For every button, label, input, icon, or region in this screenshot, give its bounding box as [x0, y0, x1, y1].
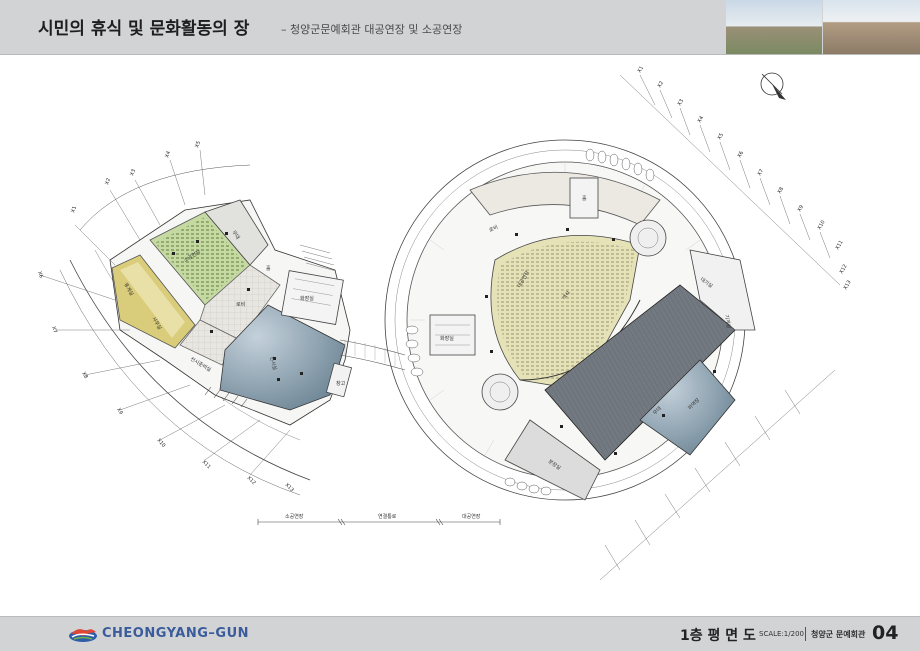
- plan-title: 1층 평 면 도: [680, 628, 756, 644]
- grid-label-left: X8: [80, 371, 89, 380]
- grid-label-left: X9: [115, 407, 124, 416]
- room-label-left-storage: 창고: [336, 380, 346, 387]
- room-label-main-toilet: 화장실: [440, 335, 454, 342]
- brand-name: CHEONGYANG–GUN: [102, 626, 250, 641]
- connector-dimension-line: 소공연장 연결통로 대공연장: [257, 513, 501, 526]
- grid-label-left: X1: [70, 205, 78, 213]
- building-photo-2: [823, 0, 920, 54]
- grid-label-right: X12: [839, 264, 849, 275]
- grid-label-left: X4: [164, 150, 172, 158]
- page-subtitle: – 청양군문예회관 대공연장 및 소공연장: [281, 23, 463, 36]
- grid-label-right: X11: [835, 240, 845, 251]
- building-photo-1: [726, 0, 822, 54]
- right-building: [384, 139, 756, 501]
- grid-label-right: X4: [697, 115, 706, 124]
- grid-label-right: X3: [677, 98, 686, 107]
- page-title: 시민의 휴식 및 문화활동의 장: [38, 19, 250, 39]
- cheongyang-logo-icon: [69, 629, 97, 642]
- room-label-left-hall: 홀: [266, 265, 271, 272]
- grid-label-left: X11: [201, 459, 212, 470]
- grid-label-right: X5: [717, 132, 726, 141]
- header-bar: 시민의 휴식 및 문화활동의 장 – 청양군문예회관 대공연장 및 소공연장: [0, 0, 920, 55]
- client-name: 청양군 문예회관: [811, 630, 866, 639]
- grid-label-left: X12: [246, 475, 257, 486]
- grid-label-right: X6: [737, 150, 746, 159]
- grid-label-left: X3: [129, 168, 137, 176]
- connector-label-large: 대공연장: [462, 513, 481, 520]
- footer-bar: CHEONGYANG–GUN 1층 평 면 도 SCALE:1/200 청양군 …: [0, 616, 920, 651]
- grid-label-right: X8: [777, 186, 786, 195]
- connector-bridge: [339, 339, 406, 371]
- grid-label-left: X7: [50, 326, 58, 334]
- connector-label-small: 소공연장: [285, 513, 304, 520]
- grid-label-right: X1: [637, 65, 646, 74]
- grid-label-right: X2: [657, 80, 666, 89]
- grid-label-right: X13: [843, 280, 853, 291]
- grid-label-left: X5: [194, 140, 202, 148]
- scale-label: SCALE:1/200: [759, 630, 804, 638]
- north-arrow-icon: [760, 72, 786, 100]
- grid-label-left: X6: [36, 271, 44, 279]
- room-label-left-lobby: 로비: [236, 301, 245, 308]
- room-label-left-toilet: 화장실: [300, 295, 314, 302]
- page-number: 04: [872, 622, 899, 644]
- grid-label-left: X13: [284, 482, 295, 493]
- connector-label-passage: 연결통로: [378, 513, 397, 520]
- grid-label-right: X10: [817, 220, 827, 231]
- grid-label-left: X2: [104, 177, 112, 185]
- grid-label-right: X7: [757, 168, 766, 177]
- footer-divider: [805, 627, 806, 641]
- room-label-main-hall-space: 홀: [582, 195, 587, 202]
- grid-label-left: X10: [155, 437, 166, 448]
- floor-plan-drawing: 소공연장 무대 휴게실 사무실 로비 전시실 전시준비실 화장실 홀 창고 대공…: [36, 65, 853, 581]
- grid-label-right: X9: [797, 204, 806, 213]
